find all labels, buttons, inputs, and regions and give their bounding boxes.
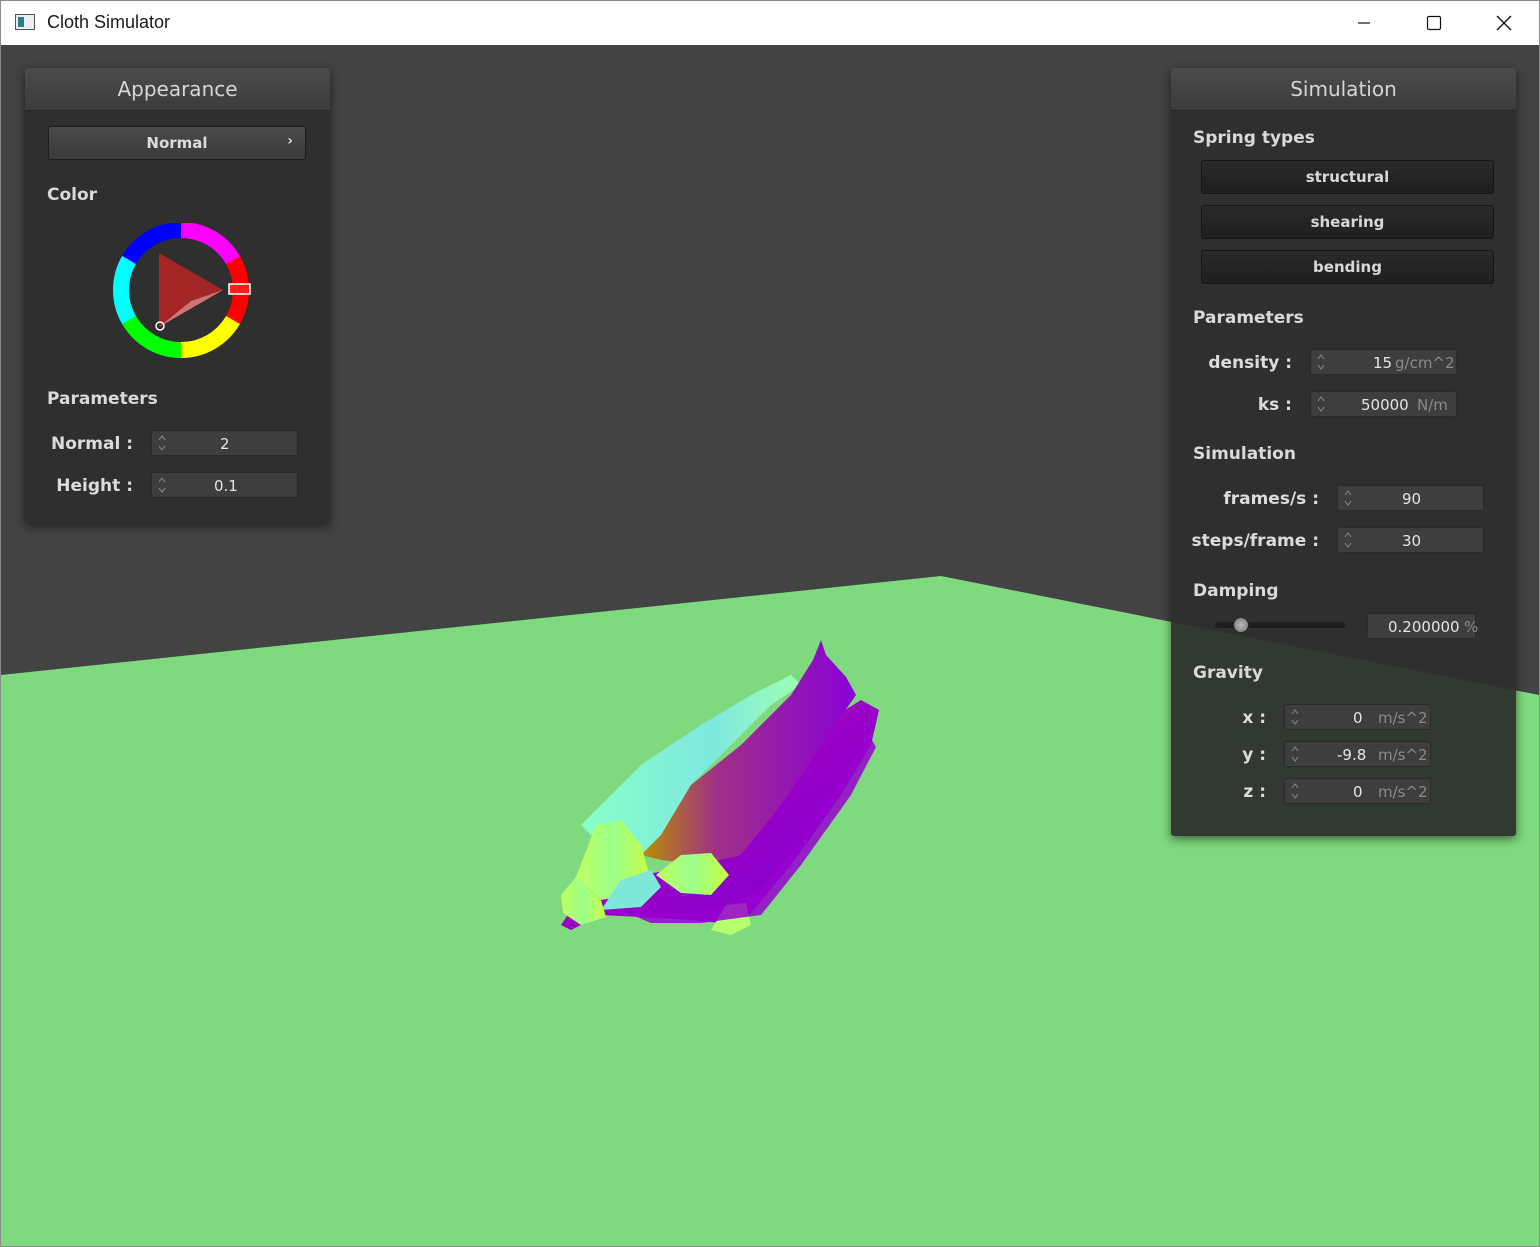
spinner-arrows-icon [158, 477, 166, 493]
density-label: density : [1208, 353, 1292, 373]
app-window: Cloth Simulator Appearance Normal › Colo… [0, 0, 1540, 1247]
gravity-y-label: y : [1242, 745, 1266, 765]
simulation-section-label: Simulation [1193, 444, 1296, 464]
render-viewport[interactable]: Appearance Normal › Color Parameters Nor… [1, 45, 1539, 1246]
color-wheel[interactable] [113, 223, 253, 363]
gravity-label: Gravity [1193, 663, 1263, 683]
fps-input[interactable]: 90 [1337, 485, 1484, 511]
damping-slider-track[interactable] [1215, 617, 1345, 633]
appearance-parameters-label: Parameters [47, 389, 158, 409]
damping-slider-handle[interactable] [1233, 617, 1249, 633]
minimize-button[interactable] [1329, 1, 1399, 45]
density-input[interactable]: 15 g/cm^2 [1310, 349, 1457, 375]
normal-input[interactable]: 2 [151, 430, 298, 456]
spinner-arrows-icon [1317, 354, 1325, 370]
ks-input[interactable]: 50000 N/m [1310, 391, 1457, 417]
normal-label: Normal : [50, 434, 133, 454]
spinner-arrows-icon [1344, 532, 1352, 548]
ks-label: ks : [1257, 395, 1292, 415]
spinner-arrows-icon [1344, 490, 1352, 506]
steps-label: steps/frame : [1191, 531, 1319, 551]
shader-dropdown-label: Normal [146, 134, 208, 152]
sim-parameters-label: Parameters [1193, 308, 1304, 328]
gravity-x-input[interactable]: 0 m/s^2 [1284, 704, 1431, 730]
fps-label: frames/s : [1223, 489, 1319, 509]
appearance-panel-title: Appearance [25, 68, 330, 111]
color-section-label: Color [47, 185, 98, 205]
minimize-icon [1358, 22, 1370, 24]
spinner-arrows-icon [158, 435, 166, 451]
simulation-panel: Simulation Spring types structural shear… [1171, 68, 1516, 836]
damping-input[interactable]: 0.200000 % [1367, 613, 1478, 639]
chevron-right-icon: › [287, 133, 293, 149]
gravity-z-input[interactable]: 0 m/s^2 [1284, 778, 1431, 804]
bending-toggle-button[interactable]: bending [1201, 250, 1494, 284]
window-title: Cloth Simulator [47, 12, 171, 32]
gravity-z-label: z : [1243, 782, 1266, 802]
damping-label: Damping [1193, 581, 1279, 601]
steps-input[interactable]: 30 [1337, 527, 1484, 553]
spring-types-label: Spring types [1193, 128, 1315, 148]
close-icon [1496, 15, 1512, 31]
height-input[interactable]: 0.1 [151, 472, 298, 498]
structural-toggle-button[interactable]: structural [1201, 160, 1494, 194]
shader-dropdown[interactable]: Normal › [48, 126, 306, 160]
maximize-button[interactable] [1399, 1, 1469, 45]
hue-selector-handle [228, 283, 251, 295]
shearing-toggle-button[interactable]: shearing [1201, 205, 1494, 239]
simulation-panel-title: Simulation [1171, 68, 1516, 111]
title-bar: Cloth Simulator [1, 1, 1539, 45]
appearance-panel: Appearance Normal › Color Parameters Nor… [25, 68, 330, 523]
app-icon [15, 14, 35, 30]
gravity-y-input[interactable]: -9.8 m/s^2 [1284, 741, 1431, 767]
height-label: Height : [56, 476, 133, 496]
gravity-x-label: x : [1242, 708, 1266, 728]
maximize-icon [1426, 15, 1442, 31]
spinner-arrows-icon [1317, 396, 1325, 412]
close-button[interactable] [1469, 1, 1539, 45]
spinner-arrows-icon [1291, 709, 1299, 725]
spinner-arrows-icon [1291, 783, 1299, 799]
spinner-arrows-icon [1291, 746, 1299, 762]
